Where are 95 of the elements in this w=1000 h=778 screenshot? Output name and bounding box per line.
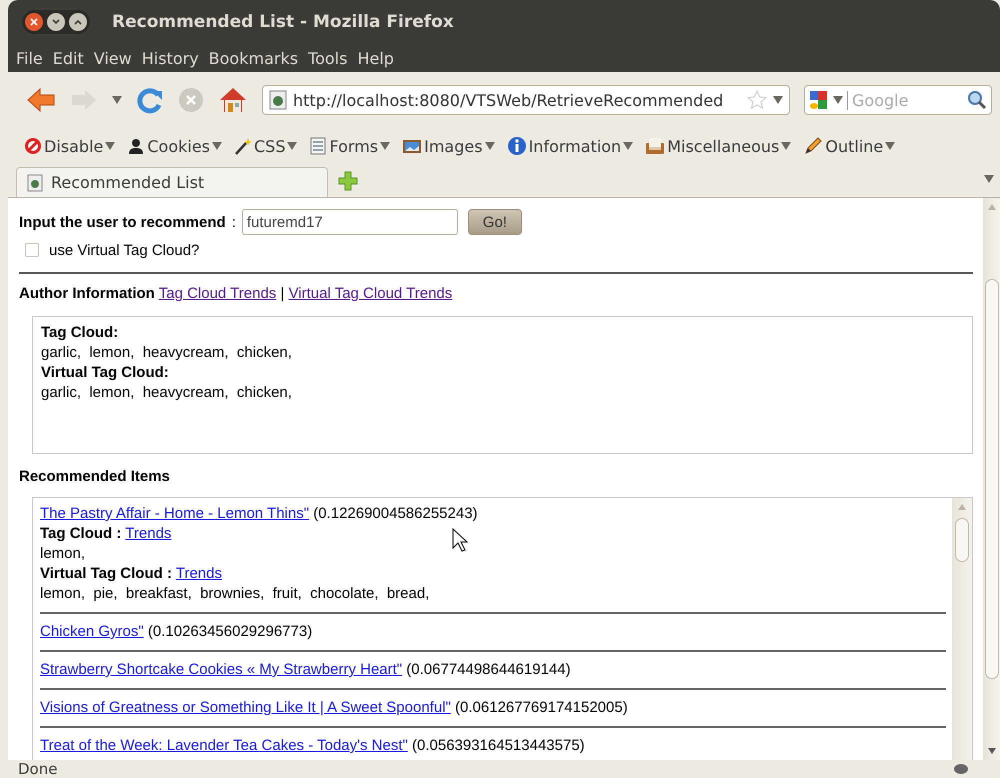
window-title: Recommended List - Mozilla Firefox	[112, 12, 454, 32]
checkbox-label: use Virtual Tag Cloud?	[49, 242, 200, 258]
item-score: (0.061267769174152005)	[455, 699, 628, 716]
dropdown-caret-icon	[212, 142, 222, 150]
menu-item[interactable]: Edit	[52, 48, 84, 68]
page-icon	[269, 90, 287, 110]
checkbox[interactable]	[25, 243, 39, 257]
dropdown-caret-icon	[833, 96, 843, 104]
toolbar-menu-button[interactable]: Miscellaneous	[645, 136, 792, 156]
dropdown-caret-icon	[623, 142, 634, 150]
item-link[interactable]: Visions of Greatness or Something Like It | A Sweet Spoonful"	[40, 699, 451, 716]
tag-list: garlic, lemon, heavycream, chicken,	[41, 384, 292, 401]
item-link[interactable]: The Pastry Affair - Home - Lemon Thins"	[40, 505, 310, 522]
user-input-field[interactable]: futuremd17	[242, 209, 458, 235]
toolbar-menu-button[interactable]: Outline	[803, 136, 896, 156]
trends-link[interactable]: Trends	[176, 565, 222, 582]
scroll-up-icon[interactable]	[958, 504, 966, 510]
close-icon	[30, 18, 38, 26]
form-icon	[309, 137, 328, 155]
inbox-tray-icon	[645, 137, 666, 155]
toolbar-menu-button[interactable]: Cookies	[127, 136, 222, 156]
minimize-button[interactable]	[47, 13, 65, 31]
tag-list: garlic, lemon, heavycream, chicken,	[41, 344, 292, 361]
section-heading: Author Information	[19, 285, 155, 302]
magic-wand-icon	[234, 137, 252, 155]
menu-item[interactable]: Tools	[308, 48, 348, 68]
toolbar-menu-button[interactable]: CSS	[234, 136, 298, 156]
image-icon	[402, 137, 422, 155]
chevron-down-icon	[52, 19, 60, 25]
status-text: Done	[18, 760, 58, 778]
item-link[interactable]: Strawberry Shortcake Cookies « My Strawberry Heart"	[40, 661, 402, 678]
plus-icon[interactable]	[338, 171, 358, 191]
dropdown-caret-icon	[885, 142, 896, 150]
tag-cloud-title: Virtual Tag Cloud :	[40, 565, 172, 582]
dropdown-caret-icon	[105, 142, 116, 150]
form-label: Input the user to recommend	[19, 214, 226, 230]
trends-link[interactable]: Trends	[125, 525, 172, 542]
item-score: (0.06774498644619144)	[406, 661, 571, 678]
toolbar-menu-button[interactable]: Images	[402, 136, 495, 156]
chevron-up-icon	[74, 19, 82, 25]
scroll-down-icon[interactable]	[988, 748, 996, 754]
scrollbar[interactable]	[983, 198, 1000, 760]
dropdown-caret-icon	[112, 96, 122, 104]
menu-item[interactable]: View	[94, 48, 132, 68]
dropdown-caret-icon	[287, 142, 298, 150]
home-icon[interactable]	[218, 86, 248, 114]
toolbar-menu-button[interactable]: Forms	[309, 136, 390, 156]
trends-link[interactable]: Virtual Tag Cloud Trends	[288, 285, 452, 302]
scrollbar[interactable]	[952, 498, 972, 760]
status-icon	[952, 763, 970, 775]
person-icon	[127, 137, 146, 155]
menu-item[interactable]: File	[16, 48, 43, 68]
info-icon	[506, 136, 527, 156]
label-separator: :	[232, 214, 236, 230]
tag-cloud-title: Tag Cloud:	[41, 324, 118, 341]
search-icon[interactable]	[967, 90, 987, 110]
maximize-button[interactable]	[69, 13, 87, 31]
star-icon[interactable]	[747, 90, 767, 110]
item-link[interactable]: Chicken Gyros"	[40, 623, 144, 640]
dropdown-caret-icon	[484, 142, 495, 150]
scroll-up-icon[interactable]	[988, 204, 996, 210]
tag-list: lemon,	[40, 545, 86, 562]
toolbar-menu-button[interactable]: Disable	[24, 136, 116, 156]
stop-icon[interactable]	[178, 87, 204, 113]
scroll-thumb[interactable]	[955, 518, 969, 562]
trends-link[interactable]: Tag Cloud Trends	[158, 285, 276, 302]
search-engine-icon	[809, 89, 829, 111]
tag-list: lemon, pie, breakfast, brownies, fruit, chocolate, bread,	[40, 585, 430, 602]
dropdown-caret-icon	[984, 175, 994, 183]
prohibited-icon	[24, 137, 42, 155]
dropdown-caret-icon	[380, 142, 390, 150]
page-icon	[27, 174, 43, 192]
menu-item[interactable]: Bookmarks	[208, 48, 298, 68]
scroll-thumb[interactable]	[984, 279, 998, 679]
item-score: (0.056393164513443575)	[412, 737, 585, 754]
dropdown-caret-icon	[781, 142, 792, 150]
toolbar-menu-button[interactable]: Information	[506, 136, 634, 156]
close-button[interactable]	[25, 13, 43, 31]
link-separator: |	[280, 285, 284, 302]
back-arrow-icon[interactable]	[26, 87, 56, 113]
item-score: (0.10263456029296773)	[148, 623, 312, 640]
reload-icon[interactable]	[136, 86, 164, 114]
section-heading: Recommended Items	[19, 468, 171, 485]
dropdown-caret-icon	[773, 96, 783, 104]
menu-item[interactable]: History	[142, 48, 199, 68]
mouse-cursor-icon	[452, 528, 468, 552]
browser-tab[interactable]: Recommended List	[16, 167, 328, 197]
go-button[interactable]: Go!	[468, 209, 522, 235]
tag-cloud-title: Tag Cloud :	[40, 525, 122, 542]
item-link[interactable]: Treat of the Week: Lavender Tea Cakes - Today's Nest"	[40, 737, 408, 754]
menu-item[interactable]: Help	[357, 48, 394, 68]
item-score: (0.12269004586255243)	[313, 505, 478, 522]
url-field[interactable]: http://localhost:8080/VTSWeb/RetrieveRecommended	[262, 85, 790, 115]
pencil-icon	[803, 136, 824, 156]
tag-cloud-title: Virtual Tag Cloud:	[41, 364, 169, 381]
